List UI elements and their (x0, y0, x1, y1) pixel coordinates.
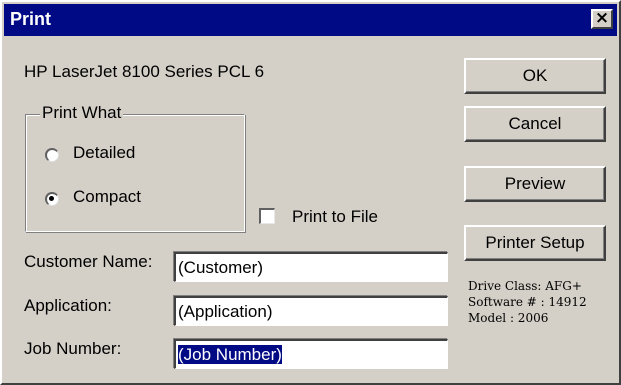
customer-name-label: Customer Name: (24, 252, 153, 271)
software-number-text: Software # : 14912 (468, 295, 587, 309)
application-value: (Application) (178, 302, 273, 321)
close-icon: × (594, 8, 610, 28)
preview-button[interactable]: Preview (464, 166, 606, 202)
application-input[interactable]: (Application) (174, 296, 448, 326)
print-dialog: Print × HP LaserJet 8100 Series PCL 6 Pr… (0, 0, 621, 385)
print-what-group (25, 114, 245, 232)
print-to-file-checkbox[interactable] (259, 208, 275, 224)
close-button[interactable]: × (591, 9, 613, 29)
printer-setup-button[interactable]: Printer Setup (464, 225, 606, 261)
model-text: Model : 2006 (468, 311, 549, 325)
customer-name-value: (Customer) (178, 258, 264, 277)
radio-detailed-label[interactable]: Detailed (73, 143, 135, 163)
radio-compact-indicator[interactable] (45, 192, 59, 206)
job-number-input[interactable]: (Job Number) (174, 339, 448, 369)
printer-name: HP LaserJet 8100 Series PCL 6 (24, 62, 265, 81)
cancel-button[interactable]: Cancel (464, 106, 606, 142)
application-label: Application: (24, 296, 112, 315)
job-number-value: (Job Number) (177, 344, 283, 365)
radio-compact-label[interactable]: Compact (73, 187, 141, 207)
radio-detailed-indicator[interactable] (45, 148, 59, 162)
job-number-label: Job Number: (24, 339, 122, 358)
print-what-legend: Print What (40, 103, 124, 123)
title-bar[interactable]: Print × (4, 4, 617, 36)
window-title: Print (10, 9, 52, 29)
drive-class-text: Drive Class: AFG+ (468, 279, 582, 293)
ok-button[interactable]: OK (464, 58, 606, 94)
customer-name-input[interactable]: (Customer) (174, 252, 448, 282)
radio-selected-dot (49, 196, 54, 201)
print-to-file-label[interactable]: Print to File (292, 207, 378, 227)
